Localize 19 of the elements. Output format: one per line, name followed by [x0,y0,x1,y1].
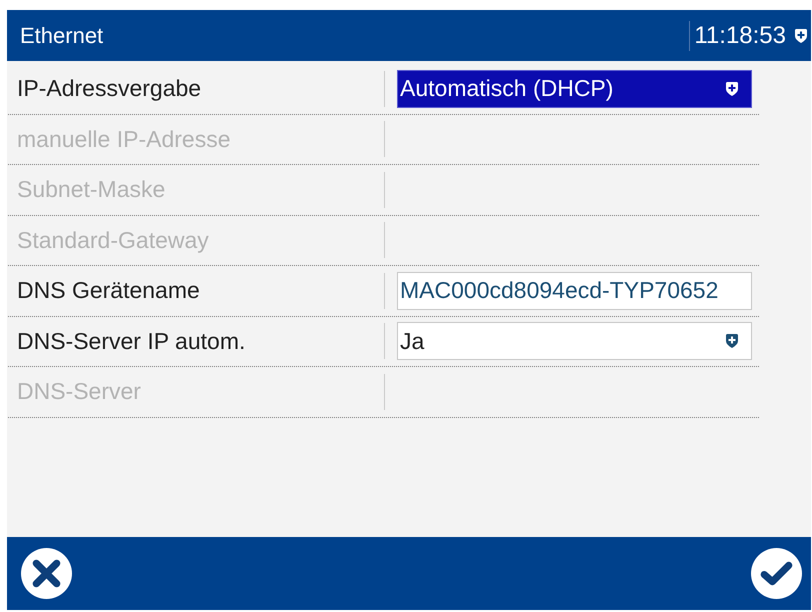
setting-label: DNS Gerätename [16,277,200,304]
clock-time: 11:18:53 [694,22,786,50]
setting-label: IP-Adressvergabe [16,75,202,102]
check-icon [751,548,802,599]
shield-icon [725,333,739,350]
dropdown[interactable]: Automatisch (DHCP) [397,70,752,108]
window-title: Ethernet [20,22,104,48]
close-icon [21,548,72,599]
shield-icon [725,80,739,97]
cancel-button[interactable] [21,548,72,599]
dropdown[interactable]: Ja [397,322,752,360]
setting-label: Standard-Gateway [16,226,209,254]
setting-label: DNS-Server IP autom. [16,328,246,355]
setting-label: DNS-Server [16,378,141,406]
confirm-button[interactable] [751,548,802,599]
text-field[interactable]: MAC000cd8094ecd-TYP70652 [397,272,752,310]
setting-label: manuelle IP-Adresse [16,126,230,153]
setting-label: Subnet-Maske [16,176,166,204]
shield-icon [794,28,808,44]
